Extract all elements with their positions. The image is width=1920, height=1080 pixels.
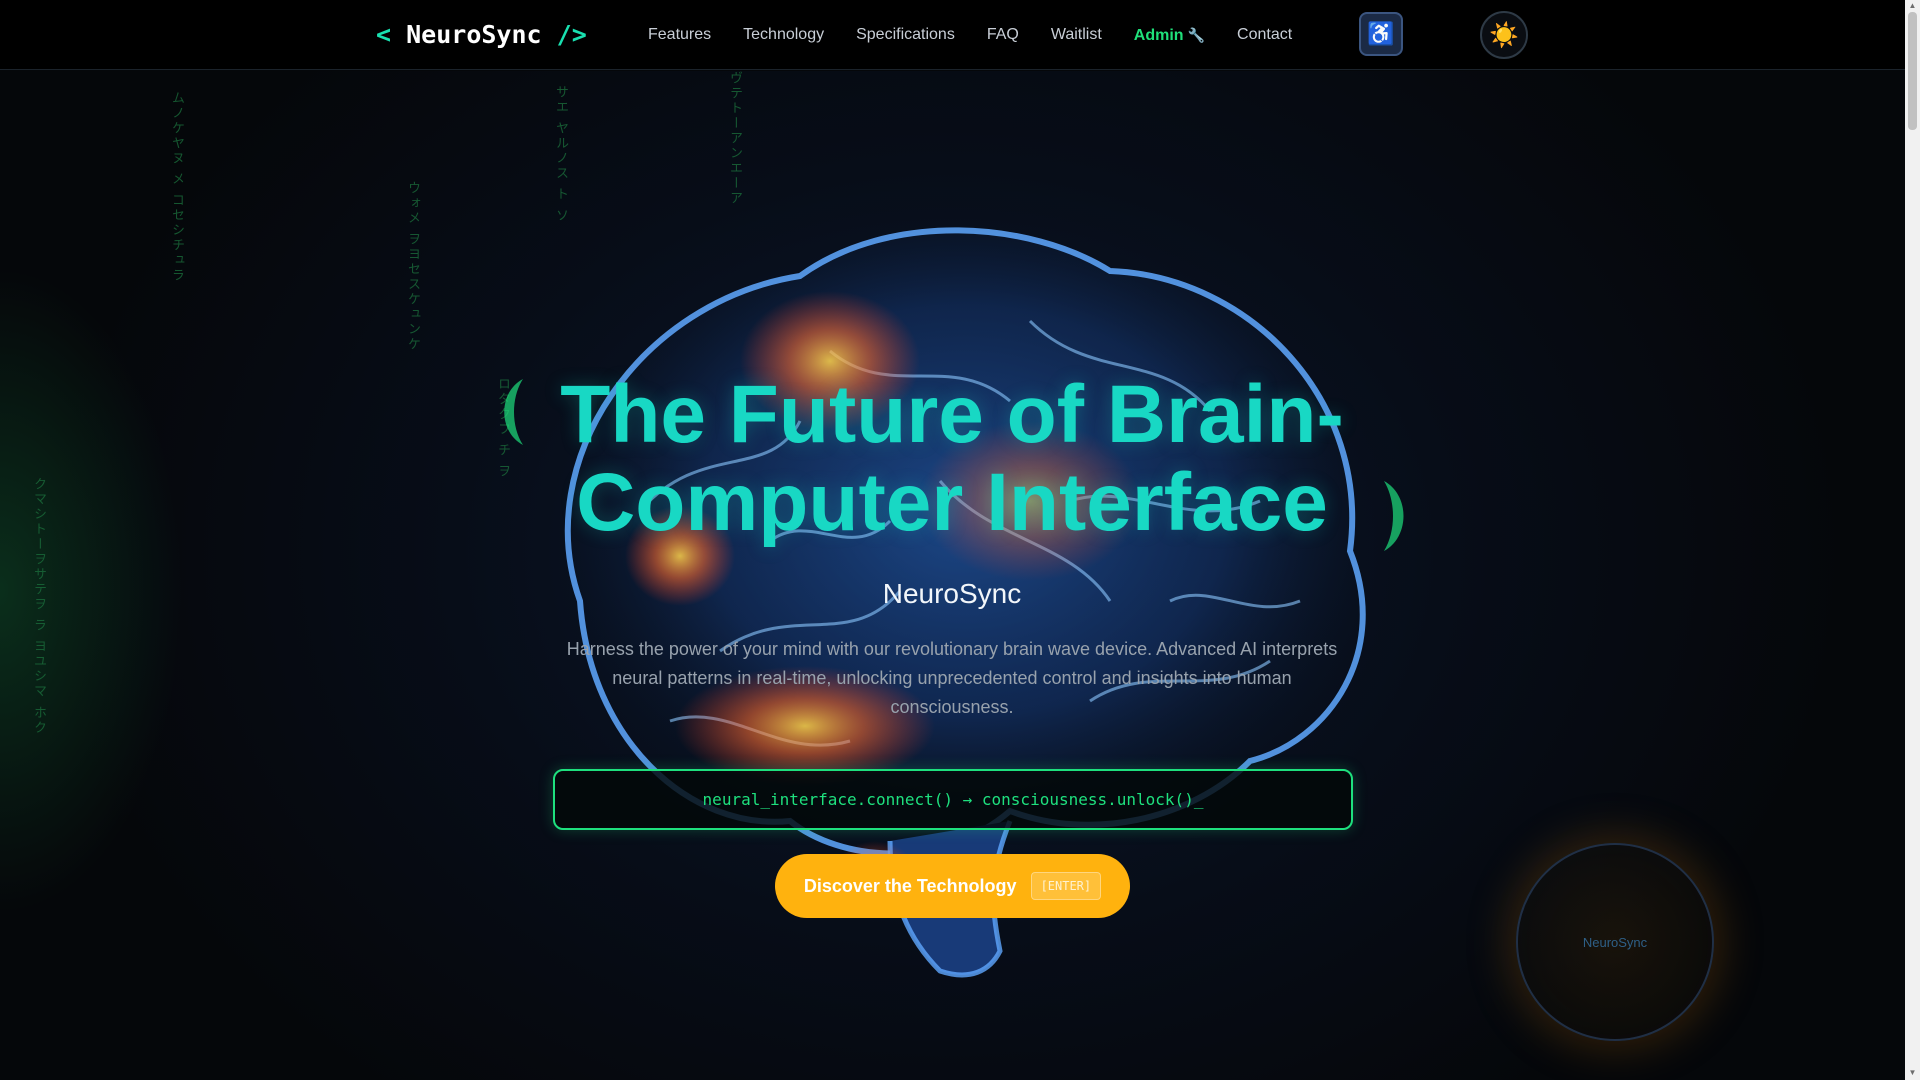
logo-open-bracket: < (376, 20, 392, 49)
enter-key-hint: [ENTER] (1030, 872, 1102, 900)
neurosync-orb[interactable]: NeuroSync (1516, 843, 1714, 1041)
logo-close-bracket: /> (556, 20, 587, 49)
nav-features[interactable]: Features (648, 22, 711, 48)
page-scrollbar[interactable]: ▲ ▼ (1905, 0, 1920, 1080)
sun-icon: ☀️ (1489, 21, 1519, 49)
matrix-rain-column: ウォメ ヲヨセスケュンケ (405, 181, 420, 353)
discover-technology-button[interactable]: Discover the Technology [ENTER] (775, 854, 1130, 918)
code-snippet: neural_interface.connect() → consciousne… (702, 790, 1204, 809)
code-terminal-box: neural_interface.connect() → consciousne… (553, 769, 1353, 830)
scroll-up-arrow-icon[interactable]: ▲ (1908, 1, 1917, 10)
site-logo[interactable]: < NeuroSync /> (376, 18, 587, 52)
hero-description: Harness the power of your mind with our … (566, 639, 1338, 717)
logo-name: NeuroSync (406, 20, 542, 49)
nav-admin[interactable]: Admin 🔧 (1134, 22, 1205, 48)
nav-admin-label: Admin (1133, 27, 1184, 44)
orb-label: NeuroSync (1582, 934, 1648, 950)
site-header: < NeuroSync /> Features Technology Speci… (0, 0, 1905, 70)
nav-technology[interactable]: Technology (743, 22, 824, 48)
cta-label: Discover the Technology (803, 875, 1017, 896)
matrix-rain-column: クマシトーヲサテヲ ラ ヨユシマ ホク (31, 477, 46, 736)
neural-glow-right (1384, 481, 1404, 551)
nav-waitlist[interactable]: Waitlist (1051, 22, 1102, 48)
matrix-rain-column: ムノケヤヌ メ コセシチュラ (169, 91, 184, 284)
wrench-icon: 🔧 (1187, 27, 1206, 43)
hero-brand-name: NeuroSync (882, 578, 1022, 609)
accessibility-icon: ♿ (1367, 21, 1395, 46)
nav-faq[interactable]: FAQ (987, 22, 1019, 48)
theme-toggle-button[interactable]: ☀️ (1480, 11, 1528, 59)
accessibility-button[interactable]: ♿ (1359, 12, 1403, 56)
nav-contact[interactable]: Contact (1237, 22, 1292, 48)
hero-title: The Future of Brain-Computer Interface (560, 369, 1344, 548)
scroll-down-arrow-icon[interactable]: ▼ (1908, 1068, 1917, 1077)
hero-section: ムノケヤヌ メ コセシチュラ サエ ヤルノス ト ソ ヴテトーアンエーア ウォメ… (0, 71, 1905, 1080)
main-nav: Features Technology Specifications FAQ W… (648, 22, 1292, 48)
nav-specifications[interactable]: Specifications (856, 22, 955, 48)
scrollbar-thumb[interactable] (1908, 12, 1917, 130)
